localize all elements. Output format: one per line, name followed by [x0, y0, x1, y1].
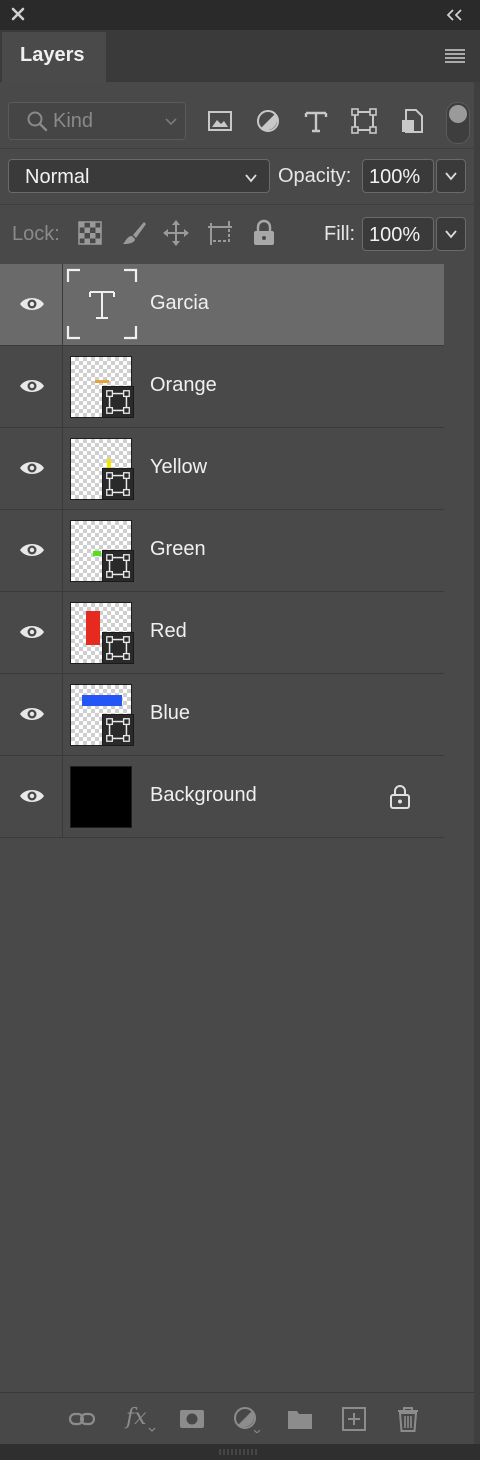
fx-button[interactable]: fx	[124, 1405, 158, 1433]
close-icon[interactable]	[8, 4, 28, 24]
eye-icon	[20, 708, 44, 720]
green-shape	[93, 551, 101, 556]
red-shape	[86, 611, 100, 645]
layer-name: Garcia	[150, 292, 209, 314]
smart-object-badge-icon	[102, 714, 134, 746]
opacity-dropdown-button[interactable]	[436, 159, 466, 193]
panel-title-bar	[0, 0, 480, 30]
layer-row-background[interactable]: Background	[0, 756, 444, 838]
lock-image-pixels-icon[interactable]	[120, 219, 148, 247]
smart-object-badge-icon	[102, 550, 134, 582]
grip-dots-icon	[219, 1449, 257, 1455]
lock-options-row: Lock: Fill: 100%	[0, 204, 474, 263]
eye-icon	[20, 298, 44, 310]
adjustment-filter-icon[interactable]	[254, 108, 282, 134]
eye-icon	[20, 462, 44, 474]
chevron-down-icon	[245, 174, 257, 183]
tab-layers-label: Layers	[20, 44, 85, 66]
layer-row-orange[interactable]: Orange	[0, 346, 444, 428]
new-group-icon[interactable]	[286, 1405, 314, 1433]
smart-object-badge-icon	[102, 386, 134, 418]
smart-object-filter-icon[interactable]	[398, 108, 426, 134]
shape-filter-icon[interactable]	[350, 108, 378, 134]
visibility-toggle[interactable]	[0, 264, 63, 345]
smart-object-badge-icon	[102, 468, 134, 500]
opacity-field[interactable]: 100%	[362, 159, 434, 193]
filter-toggle-knob	[449, 105, 467, 123]
layer-row-blue[interactable]: Blue	[0, 674, 444, 756]
layer-name: Red	[150, 620, 187, 642]
opacity-value: 100%	[369, 166, 421, 188]
layer-row-green[interactable]: Green	[0, 510, 444, 592]
search-icon	[27, 111, 48, 132]
eye-icon	[20, 626, 44, 638]
lock-artboard-icon[interactable]	[206, 219, 234, 247]
layers-bottom-toolbar: fx	[0, 1392, 474, 1445]
lock-position-icon[interactable]	[162, 219, 190, 247]
layer-name: Background	[150, 784, 257, 806]
type-layer-thumbnail-icon	[66, 268, 138, 340]
visibility-toggle[interactable]	[0, 756, 63, 837]
opacity-label: Opacity:	[278, 165, 352, 187]
adjustment-layer-icon[interactable]	[232, 1405, 260, 1433]
lock-label: Lock:	[12, 223, 60, 245]
fill-label: Fill:	[324, 223, 356, 245]
panel-scrollbar[interactable]	[474, 82, 480, 1460]
visibility-toggle[interactable]	[0, 346, 63, 427]
lock-icon[interactable]	[388, 784, 412, 810]
layer-row-red[interactable]: Red	[0, 592, 444, 674]
chevron-down-icon	[445, 172, 457, 181]
layer-thumbnail	[70, 766, 132, 828]
blend-mode-value: Normal	[25, 166, 90, 188]
visibility-toggle[interactable]	[0, 674, 63, 755]
blue-shape	[82, 695, 122, 706]
new-layer-icon[interactable]	[340, 1405, 368, 1433]
layer-name: Green	[150, 538, 206, 560]
visibility-toggle[interactable]	[0, 428, 63, 509]
layer-row-yellow[interactable]: Yellow	[0, 428, 444, 510]
tab-layers[interactable]: Layers	[2, 32, 106, 82]
chevron-down-icon	[445, 230, 457, 239]
lock-transparent-pixels-icon[interactable]	[76, 219, 104, 247]
kind-filter-label: Kind	[53, 110, 94, 132]
type-filter-icon[interactable]	[302, 108, 330, 134]
kind-filter-select[interactable]: Kind	[8, 102, 186, 140]
smart-object-badge-icon	[102, 632, 134, 664]
eye-icon	[20, 544, 44, 556]
lock-all-icon[interactable]	[250, 219, 278, 247]
layer-mask-icon[interactable]	[178, 1405, 206, 1433]
panel-resize-grip[interactable]	[0, 1444, 480, 1460]
fill-dropdown-button[interactable]	[436, 217, 466, 251]
eye-icon	[20, 790, 44, 802]
visibility-toggle[interactable]	[0, 592, 63, 673]
visibility-toggle[interactable]	[0, 510, 63, 591]
fx-label: fx	[126, 1405, 147, 1430]
hamburger-menu-icon[interactable]	[444, 46, 466, 66]
image-filter-icon[interactable]	[206, 108, 234, 134]
fill-field[interactable]: 100%	[362, 217, 434, 251]
layer-name: Orange	[150, 374, 217, 396]
blend-options-row: Normal Opacity: 100%	[0, 148, 474, 205]
chevron-down-icon	[165, 118, 177, 126]
blend-mode-select[interactable]: Normal	[8, 159, 270, 193]
double-chevron-left-icon[interactable]	[444, 6, 466, 24]
panel-tab-row: Layers	[0, 30, 480, 82]
orange-shape	[95, 380, 109, 383]
layer-name: Yellow	[150, 456, 208, 478]
fill-value: 100%	[369, 224, 421, 246]
layer-row-garcia[interactable]: Garcia	[0, 264, 444, 346]
chevron-down-icon	[148, 1427, 156, 1432]
layer-name: Blue	[150, 702, 191, 724]
delete-layer-icon[interactable]	[394, 1405, 422, 1433]
filter-toggle-switch[interactable]	[446, 102, 470, 144]
eye-icon	[20, 380, 44, 392]
link-layers-icon[interactable]	[68, 1405, 96, 1433]
layer-filter-bar: Kind	[0, 92, 474, 148]
